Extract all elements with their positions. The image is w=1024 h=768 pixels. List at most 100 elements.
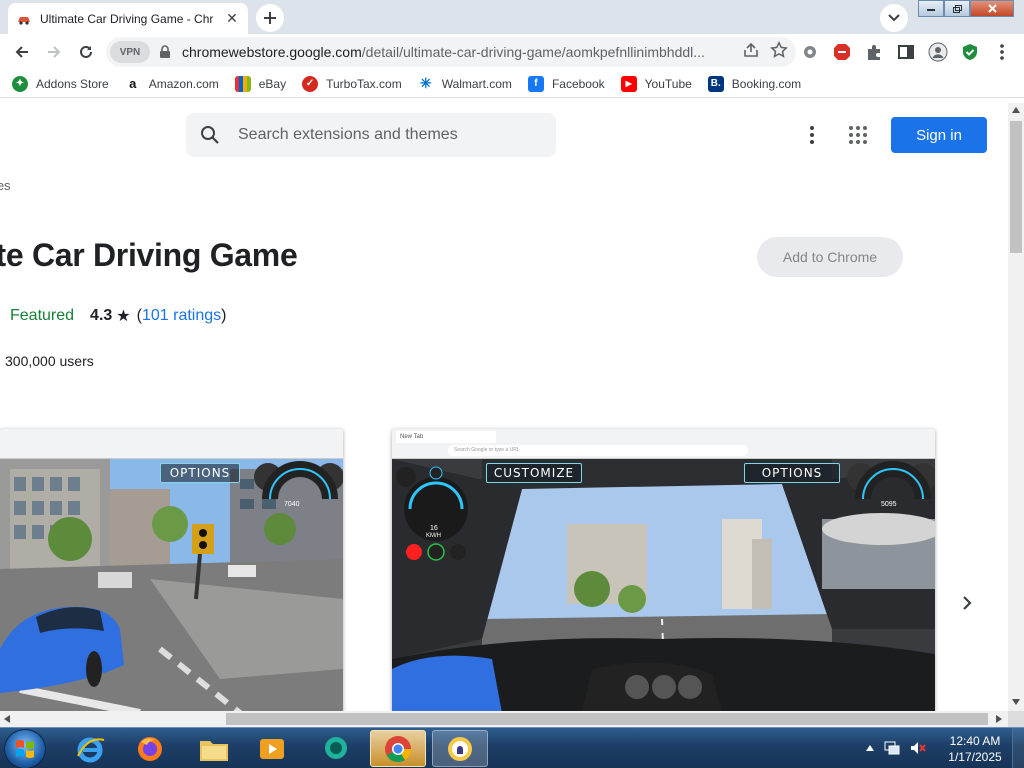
sign-in-button[interactable]: Sign in xyxy=(891,117,987,153)
show-desktop-button[interactable] xyxy=(1012,728,1024,768)
bookmark-addons-store[interactable]: ✦ Addons Store xyxy=(12,75,109,92)
store-search-box[interactable] xyxy=(186,113,556,157)
shield-check-icon[interactable] xyxy=(960,42,980,62)
internet-explorer-icon xyxy=(77,737,105,762)
close-window-button[interactable] xyxy=(970,0,1014,17)
bookmark-label: Addons Store xyxy=(36,76,109,91)
chat-bubble-icon xyxy=(325,736,347,759)
url-path: /detail/ultimate-car-driving-game/aomkpe… xyxy=(361,44,705,60)
scroll-right-icon[interactable] xyxy=(996,715,1002,723)
speed-readout: 7040 xyxy=(284,501,300,508)
tab-search-button[interactable] xyxy=(880,4,908,32)
profile-avatar-icon[interactable] xyxy=(928,42,948,62)
address-bar[interactable]: VPN chromewebstore.google.com/detail/ult… xyxy=(106,37,796,67)
restore-icon xyxy=(952,4,962,13)
add-to-chrome-button[interactable]: Add to Chrome xyxy=(757,237,903,277)
bookmark-ebay[interactable]: eBay xyxy=(234,75,287,92)
system-tray xyxy=(866,732,926,764)
new-tab-button[interactable] xyxy=(256,4,284,32)
firefox-icon xyxy=(138,736,162,761)
youtube-icon: ▶ xyxy=(620,75,637,92)
bookmark-youtube[interactable]: ▶ YouTube xyxy=(620,75,692,92)
network-icon[interactable] xyxy=(884,741,900,755)
url-text[interactable]: chromewebstore.google.com/detail/ultimat… xyxy=(182,44,712,60)
bookmark-label: Booking.com xyxy=(731,76,802,91)
taskbar-internet-explorer[interactable] xyxy=(62,730,118,767)
scrollbar-corner xyxy=(1008,711,1024,727)
forward-button[interactable] xyxy=(40,38,68,66)
taskbar-green-app[interactable] xyxy=(308,730,364,767)
browser-menu-icon[interactable] xyxy=(992,42,1012,62)
star-icon: ★ xyxy=(116,308,131,325)
chevron-down-icon xyxy=(888,14,900,22)
minimize-button[interactable] xyxy=(918,0,944,17)
facebook-icon: f xyxy=(527,75,544,92)
scroll-up-icon[interactable] xyxy=(1012,107,1020,113)
scroll-down-icon[interactable] xyxy=(1012,699,1020,705)
scroll-left-icon[interactable] xyxy=(4,715,10,723)
vertical-scrollbar[interactable] xyxy=(1008,103,1024,711)
featured-badge[interactable]: Featured xyxy=(10,307,74,325)
share-icon[interactable] xyxy=(742,41,760,59)
extensions-puzzle-icon[interactable] xyxy=(864,42,884,62)
bookmarks-bar: ✦ Addons Store a Amazon.com eBay ✓ Turbo… xyxy=(0,70,1024,98)
adblock-extension-icon[interactable] xyxy=(832,42,852,62)
turbotax-icon: ✓ xyxy=(302,75,319,92)
next-screenshot-button[interactable] xyxy=(955,591,979,615)
chrome-icon xyxy=(385,735,412,762)
ratings-count-link[interactable]: 101 ratings xyxy=(142,307,221,325)
bookmark-walmart[interactable]: ✳ Walmart.com xyxy=(417,75,512,92)
booking-icon: B. xyxy=(707,75,724,92)
customize-label: CUSTOMIZE xyxy=(486,463,582,483)
speed-readout: 5095 xyxy=(881,501,897,508)
rating-row: Featured 4.3 ★ (101 ratings) xyxy=(0,306,226,326)
bookmark-turbotax[interactable]: ✓ TurboTax.com xyxy=(302,75,402,92)
horizontal-scrollbar[interactable] xyxy=(0,711,1008,727)
taskbar-chrome[interactable] xyxy=(370,730,426,767)
extension-gear-icon[interactable] xyxy=(800,42,820,62)
bookmark-star-icon[interactable] xyxy=(770,41,788,59)
taskbar-file-explorer[interactable] xyxy=(186,730,242,767)
url-host: chromewebstore.google.com xyxy=(182,44,362,60)
addons-store-icon: ✦ xyxy=(12,75,28,92)
lock-icon[interactable] xyxy=(158,45,172,59)
close-tab-icon[interactable]: ✕ xyxy=(224,10,240,27)
speed-unit: KM/H xyxy=(426,533,441,539)
media-player-icon xyxy=(260,738,284,759)
taskbar-firefox[interactable] xyxy=(122,730,178,767)
taskbar-clock[interactable]: 12:40 AM 1/17/2025 xyxy=(944,733,1006,765)
close-icon xyxy=(987,4,997,13)
screenshot-1[interactable]: OPTIONS 7040 xyxy=(0,429,343,711)
google-apps-icon[interactable] xyxy=(846,123,870,147)
breadcrumb[interactable]: mes xyxy=(0,178,11,193)
plus-icon xyxy=(264,12,276,24)
bookmark-amazon[interactable]: a Amazon.com xyxy=(124,75,219,92)
vertical-scroll-thumb[interactable] xyxy=(1010,121,1022,253)
volume-muted-icon[interactable] xyxy=(910,741,926,755)
windows-taskbar: 12:40 AM 1/17/2025 xyxy=(0,727,1024,768)
paren-close: ) xyxy=(221,307,227,324)
taskbar-media-player[interactable] xyxy=(244,730,300,767)
taskbar-vpn-app[interactable] xyxy=(432,730,488,767)
bookmark-booking[interactable]: B. Booking.com xyxy=(707,75,802,92)
tab-strip: Ultimate Car Driving Game - Chr ✕ xyxy=(0,0,1024,34)
bookmark-label: TurboTax.com xyxy=(326,76,402,91)
user-count: 300,000 users xyxy=(5,353,94,369)
bookmark-label: eBay xyxy=(258,76,287,91)
start-button[interactable] xyxy=(4,729,46,768)
search-input[interactable] xyxy=(238,126,538,144)
bookmark-facebook[interactable]: f Facebook xyxy=(527,75,605,92)
side-panel-icon[interactable] xyxy=(896,42,916,62)
show-hidden-icons-icon[interactable] xyxy=(866,745,874,751)
back-button[interactable] xyxy=(8,38,36,66)
options-label: OPTIONS xyxy=(160,463,240,483)
vpn-badge[interactable]: VPN xyxy=(110,41,150,63)
reload-button[interactable] xyxy=(72,38,100,66)
horizontal-scroll-thumb[interactable] xyxy=(226,713,988,725)
screenshot-2[interactable]: New Tab Search Google or type a URL CUST… xyxy=(392,429,935,711)
maximize-button[interactable] xyxy=(944,0,970,17)
browser-tab[interactable]: Ultimate Car Driving Game - Chr ✕ xyxy=(8,3,248,34)
tab-title: Ultimate Car Driving Game - Chr xyxy=(40,11,214,26)
more-options-icon[interactable] xyxy=(800,123,824,147)
minimize-icon xyxy=(927,8,935,11)
